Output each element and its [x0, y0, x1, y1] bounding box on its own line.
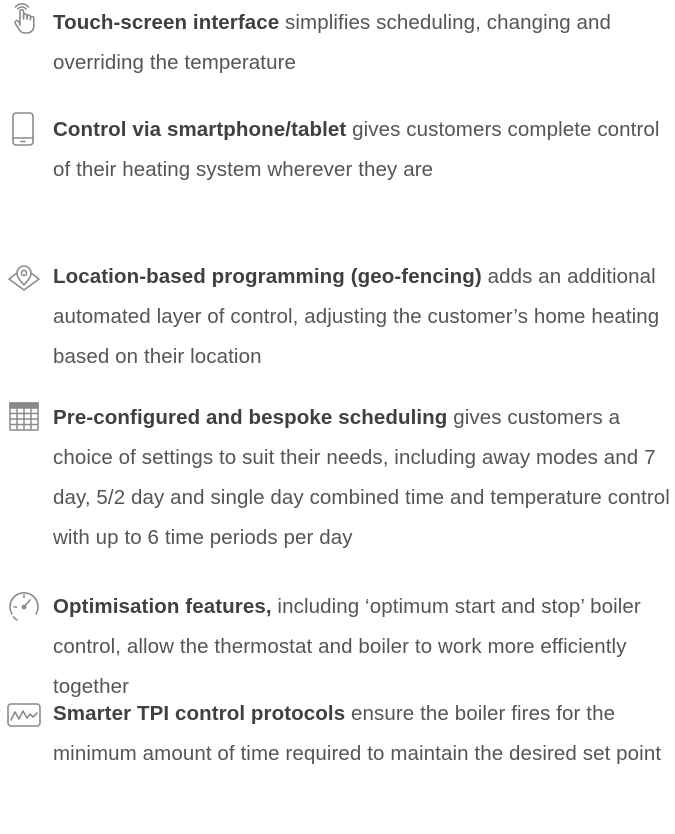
feature-title: Touch-screen interface — [53, 11, 280, 34]
waveform-icon — [6, 698, 42, 734]
feature-text: Touch-screen interface simplifies schedu… — [53, 3, 673, 83]
feature-text: Smarter TPI control protocols ensure the… — [53, 694, 673, 774]
location-pin-icon — [6, 258, 42, 294]
feature-text: Optimisation features, including ‘optimu… — [53, 587, 673, 707]
gauge-icon — [6, 589, 42, 625]
feature-title: Pre-configured and bespoke scheduling — [53, 406, 448, 429]
feature-title: Location-based programming (geo-fencing) — [53, 265, 482, 288]
feature-title: Smarter TPI control protocols — [53, 702, 346, 725]
calendar-icon — [6, 398, 42, 434]
feature-text: Pre-configured and bespoke scheduling gi… — [53, 398, 673, 558]
feature-text: Location-based programming (geo-fencing)… — [53, 257, 673, 377]
feature-text: Control via smartphone/tablet gives cust… — [53, 110, 673, 190]
touch-hand-icon — [6, 0, 42, 36]
feature-title: Control via smartphone/tablet — [53, 118, 347, 141]
feature-title: Optimisation features, — [53, 595, 272, 618]
smartphone-icon — [6, 111, 42, 147]
